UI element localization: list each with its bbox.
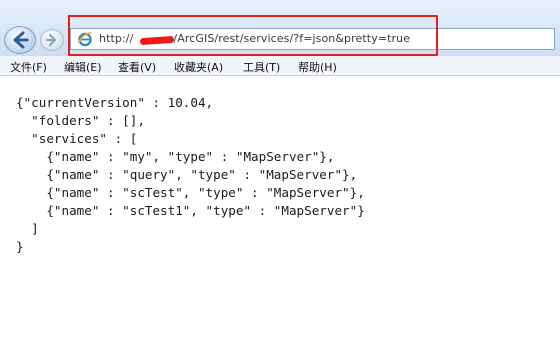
json-response-body: {"currentVersion" : 10.04, "folders" : [… (16, 94, 365, 256)
json-line: {"name" : "my", "type" : "MapServer"}, (16, 149, 335, 164)
json-line: "folders" : [], (16, 113, 145, 128)
annotation-highlight-box (68, 15, 438, 56)
menu-help[interactable]: 帮助(H) (298, 59, 337, 75)
menu-favorites[interactable]: 收藏夹(A) (174, 59, 223, 75)
menu-file[interactable]: 文件(F) (10, 59, 47, 75)
back-button[interactable] (4, 26, 36, 54)
json-line: } (16, 239, 24, 254)
menu-view[interactable]: 查看(V) (118, 59, 156, 75)
arrow-right-icon (45, 33, 57, 47)
menu-tools[interactable]: 工具(T) (243, 59, 280, 75)
json-line: {"name" : "scTest1", "type" : "MapServer… (16, 203, 365, 218)
forward-button[interactable] (40, 29, 64, 51)
json-line: {"currentVersion" : 10.04, (16, 95, 214, 110)
json-line: "services" : [ (16, 131, 138, 146)
browser-toolbar: http:///ArcGIS/rest/services/?f=json&pre… (0, 0, 560, 56)
json-line: {"name" : "scTest", "type" : "MapServer"… (16, 185, 365, 200)
menu-edit[interactable]: 编辑(E) (64, 59, 102, 75)
arrow-left-icon (13, 31, 29, 49)
menu-bar: 文件(F) 编辑(E) 查看(V) 收藏夹(A) 工具(T) 帮助(H) (0, 56, 560, 76)
json-line: {"name" : "query", "type" : "MapServer"}… (16, 167, 358, 182)
json-line: ] (16, 221, 39, 236)
